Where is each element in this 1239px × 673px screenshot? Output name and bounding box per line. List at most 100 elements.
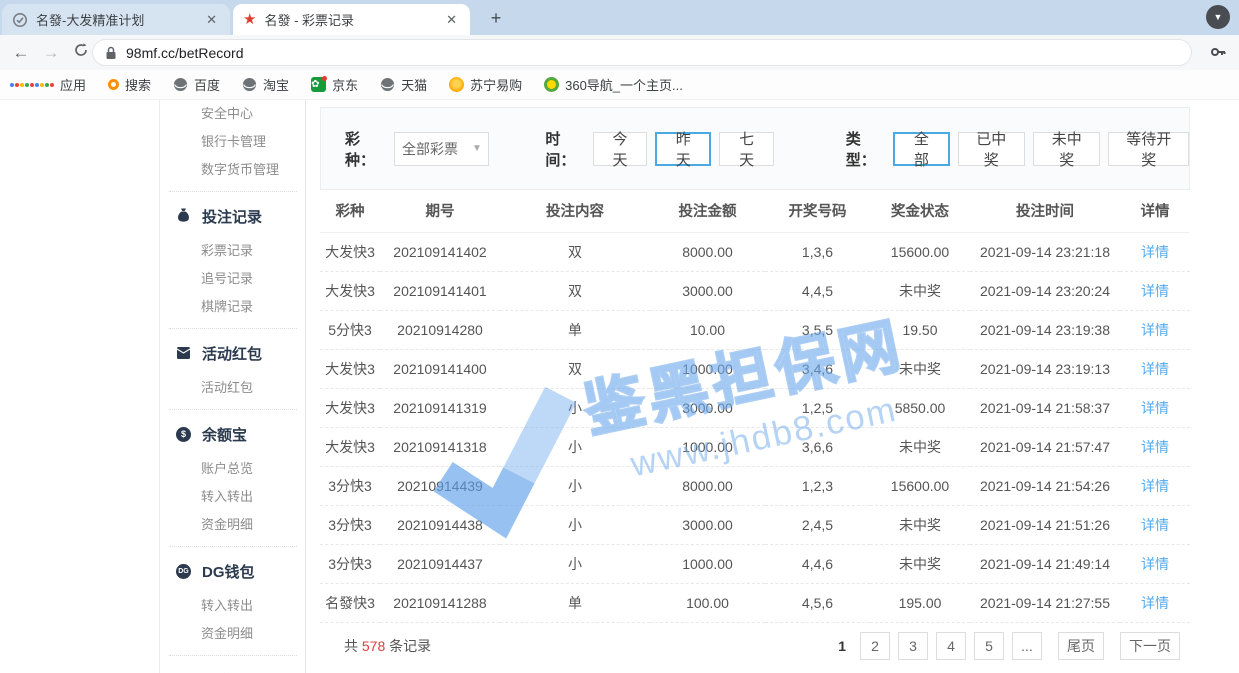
type-filter-all[interactable]: 全部 [893,132,949,166]
sidebar-item-lottery-records[interactable]: 彩票记录 [161,237,305,265]
cell-issue: 20210914280 [380,310,500,349]
bookmark-search[interactable]: 搜索 [108,75,151,94]
browser-tab-plan[interactable]: 名發-大发精准计划 ✕ [2,4,230,35]
filter-panel: 彩种： 全部彩票 ▼ 时间： 今天 昨天 七天 类型： 全部 已中奖 未中奖 等… [320,107,1190,190]
apps-grid-icon [10,83,54,87]
total-prefix: 共 [344,638,362,654]
cell-status: 15600.00 [870,232,970,271]
detail-link[interactable]: 详情 [1120,310,1190,349]
cell-time: 2021-09-14 23:21:18 [970,232,1120,271]
address-bar[interactable]: 98mf.cc/betRecord [92,39,1192,66]
page-5-button[interactable]: 5 [974,632,1004,660]
sidebar-item-activity-redpacket[interactable]: 活动红包 [161,374,305,402]
cell-content: 单 [500,583,650,622]
detail-link[interactable]: 详情 [1120,349,1190,388]
sidebar-item-dg-transfer[interactable]: 转入转出 [161,592,305,620]
sidebar-divider [169,409,297,410]
type-filter-won[interactable]: 已中奖 [958,132,1025,166]
bookmark-label: 京东 [332,75,358,94]
last-page-button[interactable]: 尾页 [1058,632,1104,660]
bookmark-tmall[interactable]: 天猫 [380,75,427,94]
tab-close-icon[interactable]: ✕ [203,12,220,28]
page-4-button[interactable]: 4 [936,632,966,660]
sidebar-section-yuebao[interactable]: $ 余额宝 [161,417,305,451]
jd-flower-icon: ✿ [311,77,326,92]
bookmark-apps[interactable]: 应用 [10,75,86,94]
sidebar-item-dg-fund-details[interactable]: 资金明细 [161,620,305,648]
cell-amount: 3000.00 [650,505,765,544]
detail-link[interactable]: 详情 [1120,583,1190,622]
records-total: 共 578 条记录 [344,636,431,656]
cell-time: 2021-09-14 21:58:37 [970,388,1120,427]
sidebar-section-bet-records[interactable]: 投注记录 [161,199,305,233]
cell-content: 单 [500,310,650,349]
bookmark-360nav[interactable]: 360导航_一个主页... [544,75,683,94]
detail-link[interactable]: 详情 [1120,388,1190,427]
cell-time: 2021-09-14 23:20:24 [970,271,1120,310]
bookmark-jd[interactable]: ✿ 京东 [311,75,358,94]
chevron-down-icon: ▼ [1214,12,1223,22]
cell-status: 未中奖 [870,505,970,544]
sidebar-section-funds-management[interactable]: 资金管理 [161,663,305,673]
tab-search-button[interactable]: ▼ [1206,5,1230,29]
bookmark-label: 淘宝 [263,75,289,94]
reload-button[interactable] [70,42,92,64]
bookmark-baidu[interactable]: 百度 [173,75,220,94]
bookmark-label: 天猫 [401,75,427,94]
page-2-button[interactable]: 2 [860,632,890,660]
detail-link[interactable]: 详情 [1120,232,1190,271]
type-filter-pending[interactable]: 等待开奖 [1108,132,1189,166]
sidebar-section-label: 活动红包 [202,343,262,364]
new-tab-button[interactable]: + [484,7,508,31]
sidebar-section-activity-redpacket[interactable]: 活动红包 [161,336,305,370]
detail-link[interactable]: 详情 [1120,427,1190,466]
detail-link[interactable]: 详情 [1120,466,1190,505]
back-button[interactable]: ← [10,42,32,64]
cell-issue: 202109141400 [380,349,500,388]
browser-tab-bet-record[interactable]: ★ 名發 - 彩票记录 ✕ [233,4,470,35]
time-filter-seven-days[interactable]: 七天 [719,132,773,166]
url-text: 98mf.cc/betRecord [126,45,244,61]
lock-icon [105,46,117,60]
key-icon[interactable] [1209,43,1227,66]
cell-status: 未中奖 [870,271,970,310]
dg-wallet-icon: DG [175,563,192,580]
col-numbers: 开奖号码 [765,190,870,232]
cell-content: 双 [500,232,650,271]
detail-link[interactable]: 详情 [1120,505,1190,544]
cell-content: 小 [500,505,650,544]
detail-link[interactable]: 详情 [1120,544,1190,583]
sidebar-item-fund-details[interactable]: 资金明细 [161,511,305,539]
cell-lottery: 3分快3 [320,466,380,505]
col-amount: 投注金额 [650,190,765,232]
tab-close-icon[interactable]: ✕ [443,12,460,28]
col-issue: 期号 [380,190,500,232]
time-filter-yesterday[interactable]: 昨天 [655,132,711,166]
next-page-button[interactable]: 下一页 [1120,632,1180,660]
sidebar-divider [169,655,297,656]
sidebar-item-bank-card[interactable]: 银行卡管理 [161,128,305,156]
sidebar-item-digital-currency[interactable]: 数字货币管理 [161,156,305,184]
forward-button[interactable]: → [40,42,62,64]
sidebar-item-transfer-in-out[interactable]: 转入转出 [161,483,305,511]
detail-link[interactable]: 详情 [1120,271,1190,310]
bookmark-suning[interactable]: 苏宁易购 [449,75,522,94]
sidebar-item-account-overview[interactable]: 账户总览 [161,455,305,483]
cell-issue: 202109141401 [380,271,500,310]
page-3-button[interactable]: 3 [898,632,928,660]
table-row: 3分快3 20210914439 小 8000.00 1,2,3 15600.0… [320,466,1190,505]
cell-amount: 3000.00 [650,388,765,427]
page-ellipsis-button[interactable]: ... [1012,632,1042,660]
lottery-select[interactable]: 全部彩票 ▼ [394,132,489,166]
tab-favicon-star-icon: ★ [243,12,256,28]
reload-icon [73,42,89,58]
type-filter-lost[interactable]: 未中奖 [1033,132,1100,166]
sidebar-section-dg-wallet[interactable]: DG DG钱包 [161,554,305,588]
sidebar-item-board-game-records[interactable]: 棋牌记录 [161,293,305,321]
col-detail: 详情 [1120,190,1190,232]
time-filter-today[interactable]: 今天 [593,132,647,166]
cell-issue: 202109141319 [380,388,500,427]
bookmark-taobao[interactable]: 淘宝 [242,75,289,94]
sidebar-item-security-center[interactable]: 安全中心 [161,100,305,128]
sidebar-item-chase-records[interactable]: 追号记录 [161,265,305,293]
